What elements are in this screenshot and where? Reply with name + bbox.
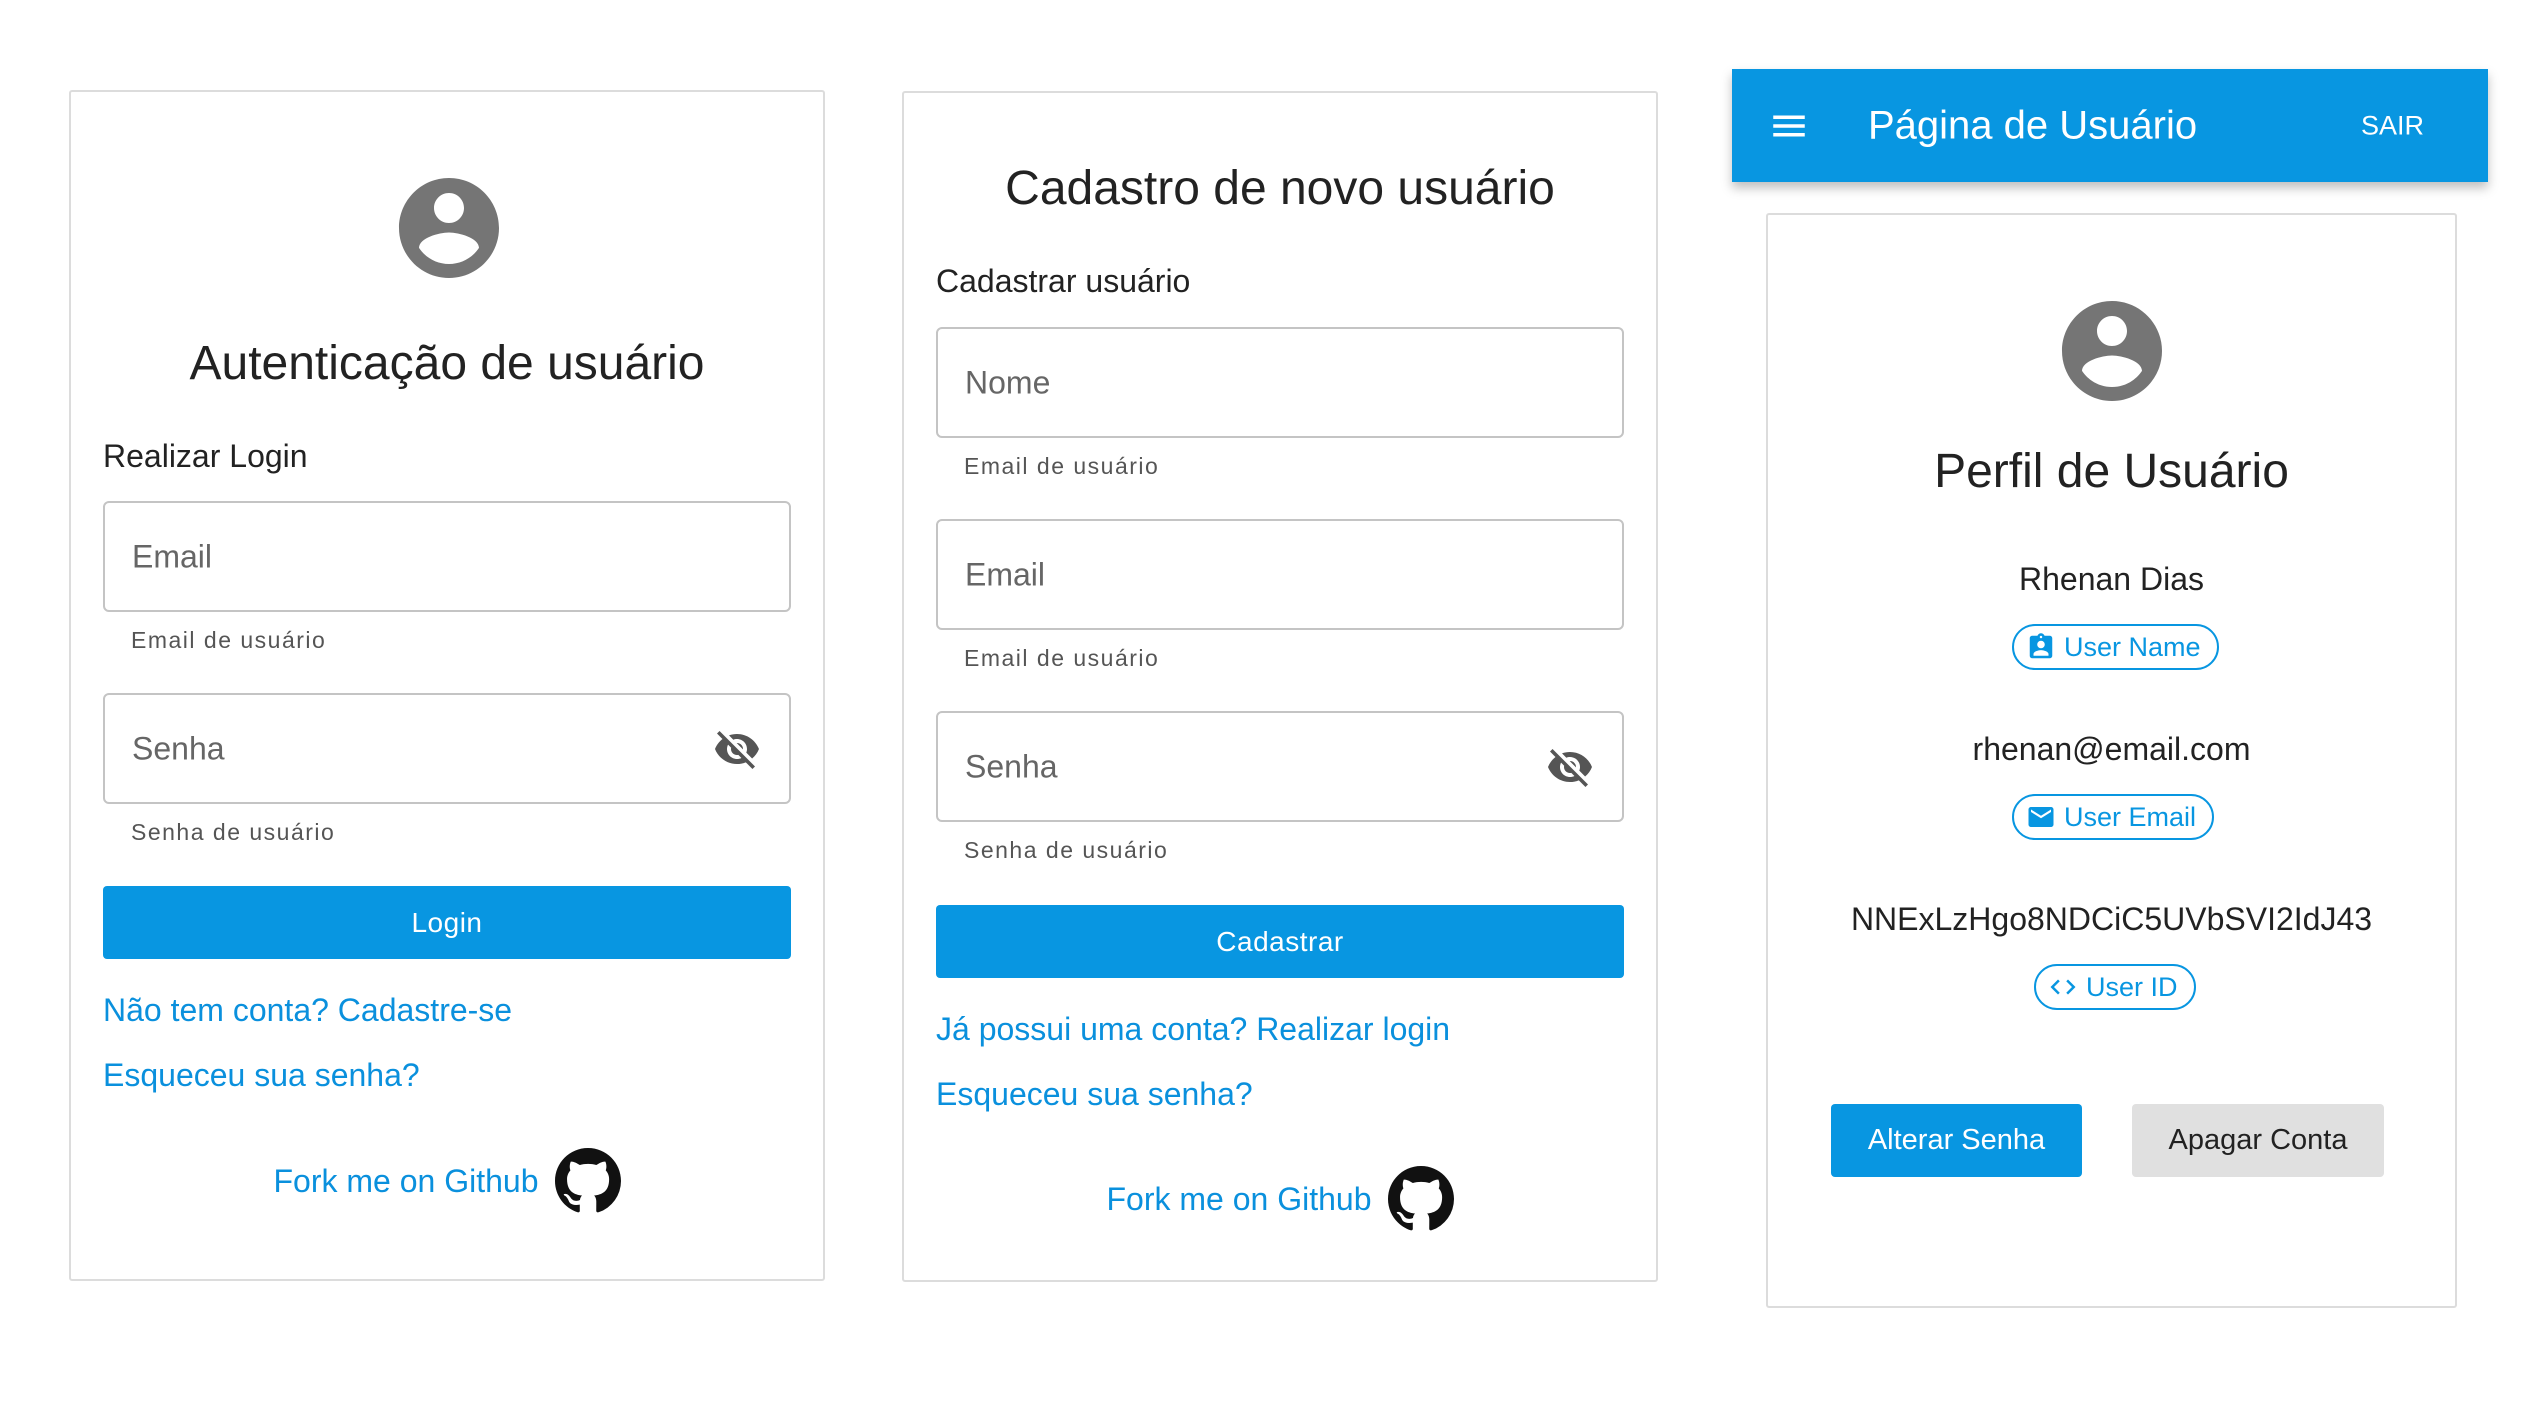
password-helper-text: Senha de usuário	[131, 819, 336, 845]
delete-account-button[interactable]: Apagar Conta	[2132, 1104, 2384, 1177]
github-icon	[1387, 1166, 1454, 1231]
login-card: Autenticação de usuário Realizar Login E…	[69, 90, 825, 1281]
password-field[interactable]: Senha	[103, 693, 791, 804]
profile-card: Perfil de Usuário Rhenan Dias User Name …	[1766, 213, 2457, 1308]
fork-github-label: Fork me on Github	[1106, 1180, 1372, 1217]
name-placeholder: Nome	[965, 364, 1051, 400]
user-email-chip-label: User Email	[2064, 801, 2197, 832]
register-subtitle: Cadastrar usuário	[936, 263, 1191, 299]
login-subtitle: Realizar Login	[103, 438, 308, 474]
login-button[interactable]: Login	[103, 886, 791, 959]
page-title: Página de Usuário	[1868, 103, 2198, 147]
password-placeholder: Senha	[132, 730, 225, 766]
user-id-chip: User ID	[2034, 964, 2196, 1010]
register-button[interactable]: Cadastrar	[936, 905, 1624, 978]
visibility-off-icon[interactable]	[713, 725, 761, 773]
password-placeholder: Senha	[965, 748, 1058, 784]
email-placeholder: Email	[132, 538, 213, 574]
account-circle-icon	[399, 178, 499, 278]
app-bar: Página de Usuário SAIR	[1732, 69, 2488, 182]
email-helper-text: Email de usuário	[964, 645, 1160, 671]
user-id-chip-label: User ID	[2086, 971, 2178, 1002]
logout-button[interactable]: SAIR	[2361, 110, 2424, 141]
user-email-chip: User Email	[2012, 794, 2215, 840]
account-circle-icon	[2062, 301, 2162, 401]
login-link[interactable]: Já possui uma conta? Realizar login	[936, 1011, 1450, 1048]
register-card: Cadastro de novo usuário Cadastrar usuár…	[902, 91, 1658, 1282]
email-field[interactable]: Email	[936, 519, 1624, 630]
password-field[interactable]: Senha	[936, 711, 1624, 822]
forgot-password-link[interactable]: Esqueceu sua senha?	[936, 1076, 1253, 1113]
user-id-value: NNExLzHgo8NDCiC5UVbSVI2IdJ43	[1850, 901, 2373, 937]
change-password-button[interactable]: Alterar Senha	[1831, 1104, 2082, 1177]
mail-icon	[2028, 807, 2054, 827]
name-field[interactable]: Nome	[936, 327, 1624, 438]
github-icon	[554, 1148, 621, 1213]
badge-icon	[2029, 633, 2053, 659]
email-placeholder: Email	[965, 556, 1046, 592]
fork-github-link[interactable]: Fork me on Github	[904, 1166, 1656, 1232]
login-title: Autenticação de usuário	[189, 337, 705, 390]
forgot-password-link[interactable]: Esqueceu sua senha?	[103, 1057, 420, 1094]
user-name-value: Rhenan Dias	[2019, 561, 2204, 597]
email-field[interactable]: Email	[103, 501, 791, 612]
user-name-chip: User Name	[2012, 624, 2219, 670]
user-email-value: rhenan@email.com	[1972, 731, 2251, 767]
password-helper-text: Senha de usuário	[964, 837, 1169, 863]
visibility-off-icon[interactable]	[1546, 743, 1594, 791]
code-icon	[2050, 979, 2076, 995]
menu-icon[interactable]	[1768, 105, 1810, 147]
user-name-chip-label: User Name	[2064, 631, 2201, 662]
name-helper-text: Email de usuário	[964, 453, 1160, 479]
register-title: Cadastro de novo usuário	[1005, 162, 1555, 215]
fork-github-label: Fork me on Github	[273, 1162, 539, 1199]
register-link[interactable]: Não tem conta? Cadastre-se	[103, 992, 512, 1029]
profile-title: Perfil de Usuário	[1934, 445, 2289, 498]
email-helper-text: Email de usuário	[131, 627, 327, 653]
fork-github-link[interactable]: Fork me on Github	[71, 1148, 823, 1214]
